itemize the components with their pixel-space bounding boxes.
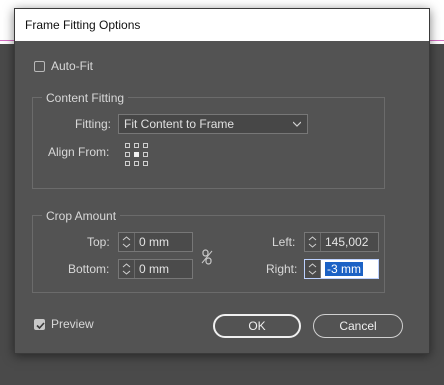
align-point-bottom-right[interactable]	[143, 161, 148, 166]
crop-top-value: 0 mm	[139, 235, 169, 249]
align-point-bottom-center[interactable]	[134, 161, 139, 166]
crop-bottom-value: 0 mm	[139, 262, 169, 276]
auto-fit-label: Auto-Fit	[51, 59, 94, 73]
crop-right-field[interactable]: -3 mm	[304, 259, 379, 279]
fitting-select[interactable]: Fit Content to Frame	[118, 114, 308, 134]
preview-label: Preview	[51, 317, 94, 331]
content-fitting-group	[32, 97, 385, 189]
auto-fit-checkbox[interactable]	[34, 61, 45, 72]
align-from-label: Align From:	[48, 145, 110, 159]
crop-left-stepper[interactable]	[305, 233, 321, 251]
crop-top-field[interactable]: 0 mm	[118, 232, 193, 252]
crop-right-label: Right:	[266, 262, 298, 276]
crop-top-stepper[interactable]	[119, 233, 135, 251]
align-point-bottom-left[interactable]	[125, 161, 130, 166]
crop-right-stepper[interactable]	[305, 260, 321, 278]
frame-fitting-options-dialog: Frame Fitting Options Auto-Fit Content F…	[14, 8, 430, 354]
crop-bottom-field[interactable]: 0 mm	[118, 259, 193, 279]
crop-right-value: -3 mm	[325, 262, 363, 276]
crop-top-label: Top:	[87, 235, 110, 249]
cancel-button[interactable]: Cancel	[313, 314, 403, 338]
align-from-reference-point-icon[interactable]	[125, 143, 149, 167]
fitting-select-value: Fit Content to Frame	[124, 117, 235, 131]
align-point-middle-right[interactable]	[143, 152, 148, 157]
crop-left-value: 145,002	[325, 235, 369, 249]
crop-left-label: Left:	[272, 235, 296, 249]
align-point-top-left[interactable]	[125, 143, 130, 148]
content-fitting-group-label: Content Fitting	[42, 91, 129, 105]
align-point-middle-left[interactable]	[125, 152, 130, 157]
crop-amount-group-label: Crop Amount	[42, 209, 121, 223]
crop-left-field[interactable]: 145,002	[304, 232, 379, 252]
crop-bottom-stepper[interactable]	[119, 260, 135, 278]
align-point-top-right[interactable]	[143, 143, 148, 148]
ok-button[interactable]: OK	[213, 314, 301, 338]
fitting-label: Fitting:	[75, 117, 112, 131]
crop-bottom-label: Bottom:	[68, 262, 110, 276]
dialog-title: Frame Fitting Options	[15, 9, 429, 41]
align-point-center[interactable]	[134, 152, 139, 157]
unlinked-chain-icon[interactable]	[201, 249, 213, 268]
preview-checkbox[interactable]	[34, 319, 45, 330]
chevron-down-icon	[292, 115, 302, 138]
align-point-top-center[interactable]	[134, 143, 139, 148]
